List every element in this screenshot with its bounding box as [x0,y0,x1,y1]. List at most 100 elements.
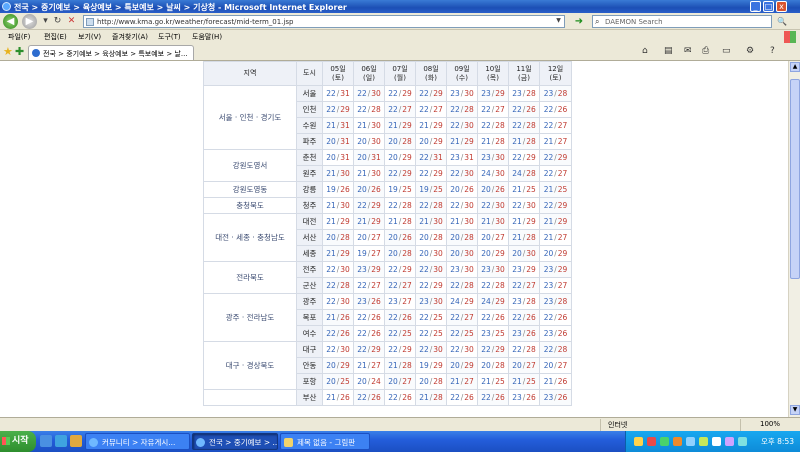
low-temp: 22 [326,296,336,306]
taskbar-button-paint[interactable]: 제목 없음 - 그림판 [280,433,370,450]
temperature-cell: 21/25 [539,181,572,198]
tray-icon-3[interactable] [660,437,669,446]
scroll-up-icon[interactable]: ▲ [790,62,800,72]
address-input[interactable]: http://www.kma.go.kr/weather/forecast/mi… [83,15,565,28]
tray-icon-4[interactable] [673,437,682,446]
temperature-cell: 22/29 [384,341,416,358]
page-menu-icon[interactable]: ▭ [722,46,731,56]
low-temp: 20 [450,360,460,370]
tray-icon-2[interactable] [647,437,656,446]
scrollbar-thumb[interactable] [790,79,800,279]
temperature-cell: 20/26 [384,229,416,246]
temperature-cell: 21/30 [415,213,447,230]
taskbar-button-community[interactable]: 커뮤니티 > 자유게시... [85,433,190,450]
high-temp: 28 [464,232,474,242]
tray-icon-1[interactable] [634,437,643,446]
tray-icon-9[interactable] [738,437,747,446]
temperature-cell: 20/28 [446,229,478,246]
temperature-cell: 21/28 [508,229,540,246]
search-input[interactable]: ⌕ DAEMON Search [592,15,772,28]
stop-icon[interactable]: ✕ [66,16,77,27]
high-temp: 31 [433,152,443,162]
vertical-scrollbar[interactable]: ▲ ▼ [788,61,800,417]
high-temp: 26 [371,328,381,338]
city-cell: 서울 [296,85,323,102]
history-dropdown-icon[interactable]: ▾ [40,16,51,27]
tray-icon-8[interactable] [725,437,734,446]
home-icon[interactable]: ⌂ [642,46,648,56]
low-temp: 20 [481,232,491,242]
print-icon[interactable]: ⎙ [702,46,709,56]
temperature-cell: 20/26 [353,181,385,198]
zoom-level[interactable]: 100% [760,420,780,428]
search-button[interactable]: 🔍 [775,16,789,27]
quicklaunch-desktop-icon[interactable] [40,435,52,447]
mail-icon[interactable]: ✉ [684,46,692,56]
low-temp: 21 [326,392,336,402]
start-button[interactable]: 시작 [0,431,36,452]
refresh-icon[interactable]: ↻ [52,16,63,27]
low-temp: 22 [450,280,460,290]
taskbar-button-forecast[interactable]: 전국 > 중기예보 > ... [192,433,278,450]
temperature-cell: 20/27 [508,357,540,374]
menu-favorites[interactable]: 즐겨찾기(A) [112,32,148,42]
high-temp: 25 [340,376,350,386]
minimize-button[interactable]: _ [750,1,761,12]
menu-view[interactable]: 보기(V) [78,32,101,42]
chevron-down-icon[interactable]: ▼ [554,17,563,26]
city-cell: 여수 [296,325,323,342]
help-icon[interactable]: ? [770,46,775,56]
forward-button[interactable]: ▶ [22,14,37,29]
back-button[interactable]: ◀ [3,14,18,29]
tab-kma-forecast[interactable]: 전국 > 중기예보 > 육상예보 > 특보예보 > 날... [28,45,194,60]
high-temp: 28 [433,232,443,242]
temperature-cell: 22/29 [415,165,447,182]
tray-clock: 오후 8:53 [760,437,794,446]
table-row: 충청북도 청주 21/30 22/29 22/28 22/28 22/30 22/30 22/3… [203,197,572,214]
menu-file[interactable]: 파일(F) [8,32,30,42]
system-tray: 오후 8:53 [625,431,800,452]
high-temp: 30 [526,200,536,210]
tray-icon-5[interactable] [686,437,695,446]
low-temp: 20 [388,248,398,258]
high-temp: 28 [464,104,474,114]
feeds-icon[interactable]: ▤ [664,46,673,56]
low-temp: 21 [357,168,367,178]
add-favorite-icon[interactable]: ✚ [15,45,24,58]
low-temp: 22 [512,344,522,354]
low-temp: 20 [388,136,398,146]
low-temp: 23 [512,392,522,402]
low-temp: 20 [481,184,491,194]
low-temp: 22 [450,200,460,210]
menu-edit[interactable]: 편집(E) [44,32,67,42]
temperature-cell: 20/31 [353,149,385,166]
temperature-cell: 22/26 [384,309,416,326]
high-temp: 27 [557,280,568,290]
high-temp: 29 [340,248,350,258]
quicklaunch-media-icon[interactable] [70,435,82,447]
high-temp: 26 [340,328,350,338]
tray-icon-7[interactable] [712,437,721,446]
maximize-button[interactable]: □ [763,1,774,12]
tray-icon-6[interactable] [699,437,708,446]
close-button[interactable]: x [776,1,787,12]
quicklaunch-ie-icon[interactable] [55,435,67,447]
low-temp: 23 [543,328,554,338]
low-temp: 20 [512,360,522,370]
temperature-cell: 20/28 [384,133,416,150]
menu-tools[interactable]: 도구(T) [158,32,181,42]
temperature-cell: 21/25 [477,373,509,390]
temperature-cell: 21/25 [508,181,540,198]
temperature-cell: 22/28 [353,101,385,118]
high-temp: 24 [371,376,381,386]
low-temp: 22 [512,104,522,114]
menu-help[interactable]: 도움말(H) [192,32,222,42]
scroll-down-icon[interactable]: ▼ [790,405,800,415]
favorites-star-icon[interactable]: ★ [3,45,13,58]
go-button[interactable]: ➜ [572,15,586,28]
low-temp: 22 [419,312,429,322]
high-temp: 28 [557,296,568,306]
header-day: 06일 (일) [353,61,385,86]
temperature-cell: 21/29 [384,117,416,134]
tools-gear-icon[interactable]: ⚙ [746,46,754,56]
